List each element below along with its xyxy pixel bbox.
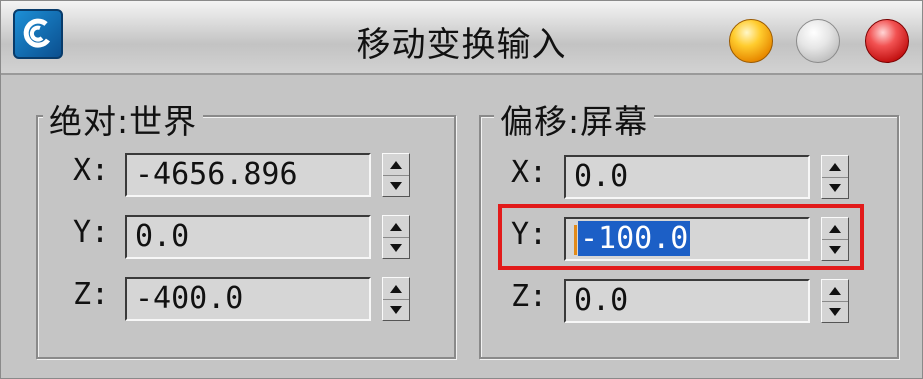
abs-x-spin-down-icon[interactable] [383,175,409,196]
abs-y-spinner[interactable] [382,215,410,259]
off-z-spin-up-icon[interactable] [822,280,848,302]
abs-y-field[interactable]: 0.0 [125,215,371,259]
off-x-field[interactable]: 0.0 [564,155,810,199]
annotation-highlight-box [498,204,864,270]
off-z-spinner[interactable] [821,279,849,323]
minimize-button[interactable] [729,19,773,63]
off-x-spinner[interactable] [821,155,849,199]
abs-z-label: Z: [73,277,110,312]
abs-z-spin-up-icon[interactable] [383,278,409,300]
off-z-label: Z: [511,279,548,314]
abs-z-field[interactable]: -400.0 [125,277,371,321]
abs-y-label: Y: [73,215,110,250]
maximize-button[interactable] [796,19,840,63]
abs-x-spin-up-icon[interactable] [383,154,409,176]
abs-x-spinner[interactable] [382,153,410,197]
abs-x-field[interactable]: -4656.896 [125,153,371,197]
off-z-spin-down-icon[interactable] [822,301,848,322]
abs-y-spin-up-icon[interactable] [383,216,409,238]
window-title: 移动变换输入 [356,25,567,65]
abs-x-label: X: [73,153,110,188]
off-x-spin-up-icon[interactable] [822,156,848,178]
abs-z-spinner[interactable] [382,277,410,321]
absolute-world-legend: 绝对:世界 [43,95,204,143]
off-x-label: X: [511,155,548,190]
off-x-spin-down-icon[interactable] [822,177,848,198]
offset-screen-legend: 偏移:屏幕 [494,95,655,143]
move-transform-type-in-window: 移动变换输入 绝对:世界 X: -4656.896 Y: 0.0 Z: -400… [0,0,923,379]
title-bar[interactable]: 移动变换输入 [1,1,922,75]
abs-z-spin-down-icon[interactable] [383,299,409,320]
abs-y-spin-down-icon[interactable] [383,237,409,258]
off-z-field[interactable]: 0.0 [564,279,810,323]
close-button[interactable] [865,19,909,63]
